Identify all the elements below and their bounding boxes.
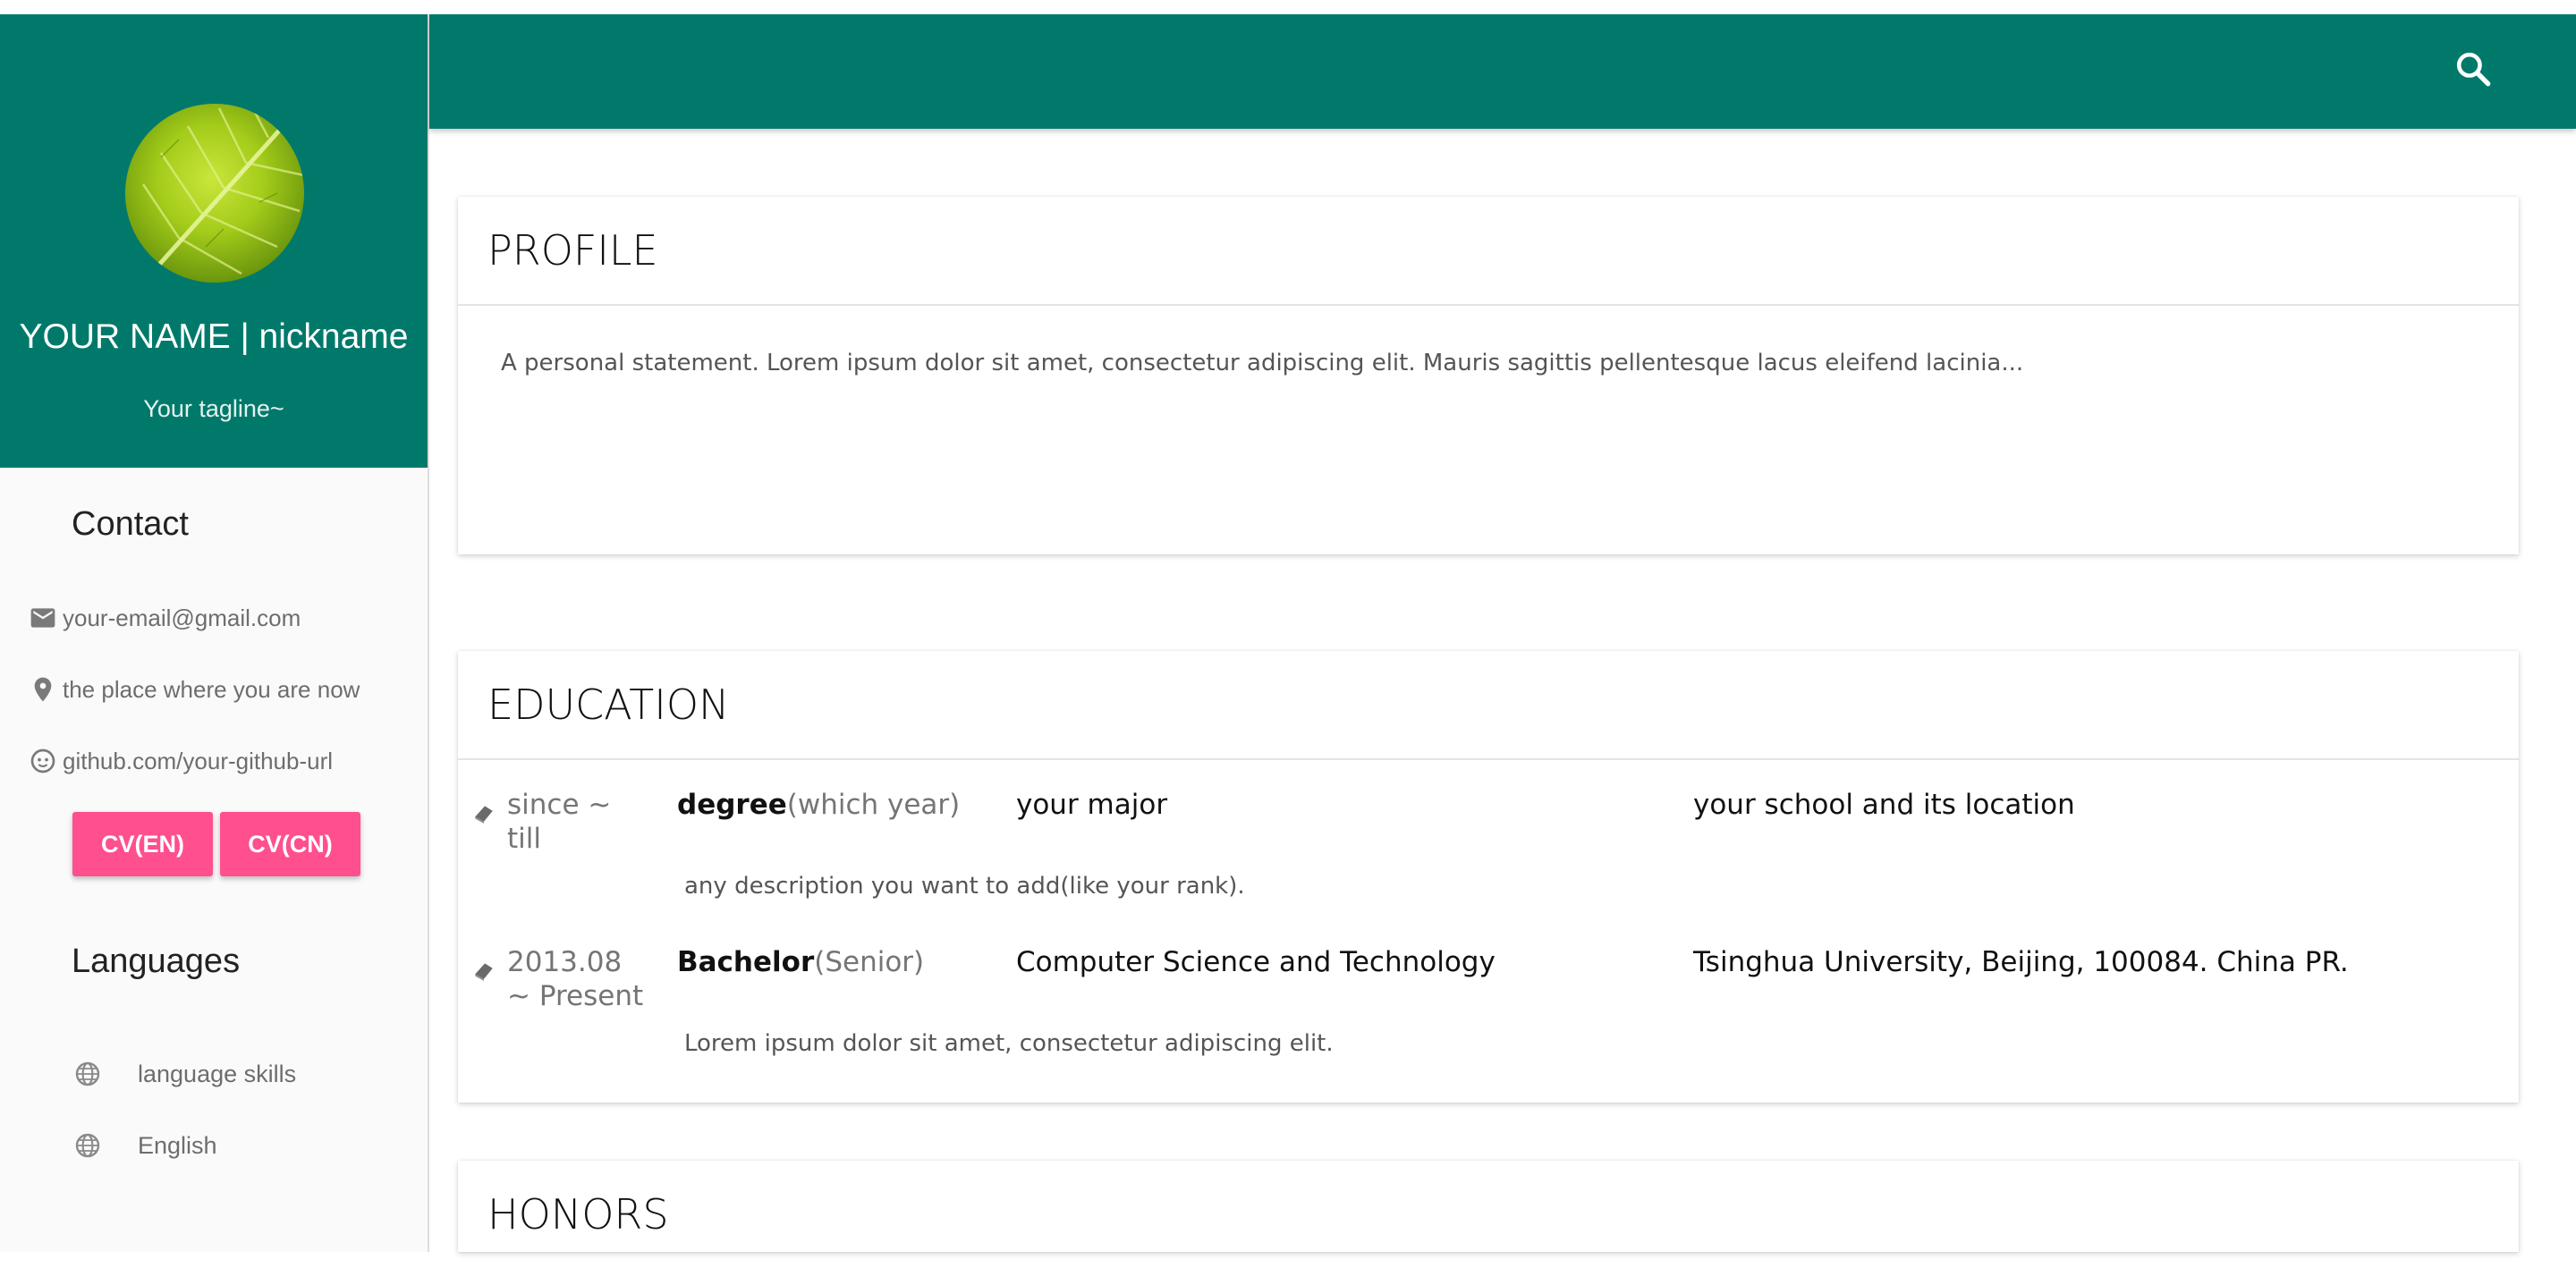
app-bar [429,14,2576,129]
contact-github[interactable]: github.com/your-github-url [27,741,333,781]
education-date-start: since ~ [507,789,612,821]
contact-heading: Contact [72,505,189,543]
email-icon [27,602,59,634]
school-icon [472,959,496,982]
avatar [125,104,304,283]
card-divider [458,758,2519,760]
top-strip [0,0,2576,14]
degree-label: Bachelor [677,946,815,978]
language-item-text: language skills [138,1061,297,1087]
degree-year: (which year) [786,789,961,821]
language-item: language skills [72,1054,296,1094]
location-pin-icon [27,673,59,706]
search-icon [2456,52,2491,87]
degree-year: (Senior) [814,946,925,978]
education-description: Lorem ipsum dolor sit amet, consectetur … [684,1030,1334,1057]
education-date-end: ~ Present [507,980,644,1012]
honors-title: HONORS [487,1190,669,1238]
education-major: Computer Science and Technology [1016,946,1496,978]
school-icon [472,801,496,824]
contact-email[interactable]: your-email@gmail.com [27,598,301,638]
leaf-image [141,104,304,283]
cv-en-button[interactable]: CV(EN) [72,812,213,876]
education-date-start: 2013.08 [507,946,623,978]
contact-github-text: github.com/your-github-url [63,748,334,774]
globe-icon [72,1129,104,1162]
language-item: English [72,1126,217,1165]
education-title: EDUCATION [487,680,730,729]
education-description: any description you want to add(like you… [684,873,1245,900]
contact-email-text: your-email@gmail.com [63,604,301,631]
profile-name: YOUR NAME | nickname [19,317,409,356]
education-degree: degree(which year) [677,788,960,822]
languages-heading: Languages [72,943,241,980]
tagline: Your tagline~ [143,395,284,422]
card-divider [458,304,2519,306]
honors-card: HONORS [458,1161,2519,1252]
language-item-text: English [138,1132,217,1159]
contact-location-text: the place where you are now [63,676,360,703]
education-major: your major [1016,789,1168,821]
education-school: Tsinghua University, Beijing, 100084. Ch… [1693,946,2349,978]
github-icon [27,745,59,777]
education-date: since ~ till [507,788,611,856]
sidebar-divider [428,14,429,1252]
profile-title: PROFILE [487,226,658,275]
degree-label: degree [677,789,787,821]
education-date-end: till [507,823,541,855]
globe-icon [72,1058,104,1090]
search-button[interactable] [2451,46,2496,91]
education-date: 2013.08 ~ Present [507,945,643,1013]
sidebar-header: YOUR NAME | nickname Your tagline~ [0,14,428,468]
education-school: your school and its location [1693,789,2075,821]
cv-cn-button[interactable]: CV(CN) [220,812,360,876]
profile-text: A personal statement. Lorem ipsum dolor … [501,350,2024,376]
contact-location[interactable]: the place where you are now [27,670,360,709]
sidebar: YOUR NAME | nickname Your tagline~ Conta… [0,14,428,1252]
education-degree: Bachelor(Senior) [677,945,924,979]
